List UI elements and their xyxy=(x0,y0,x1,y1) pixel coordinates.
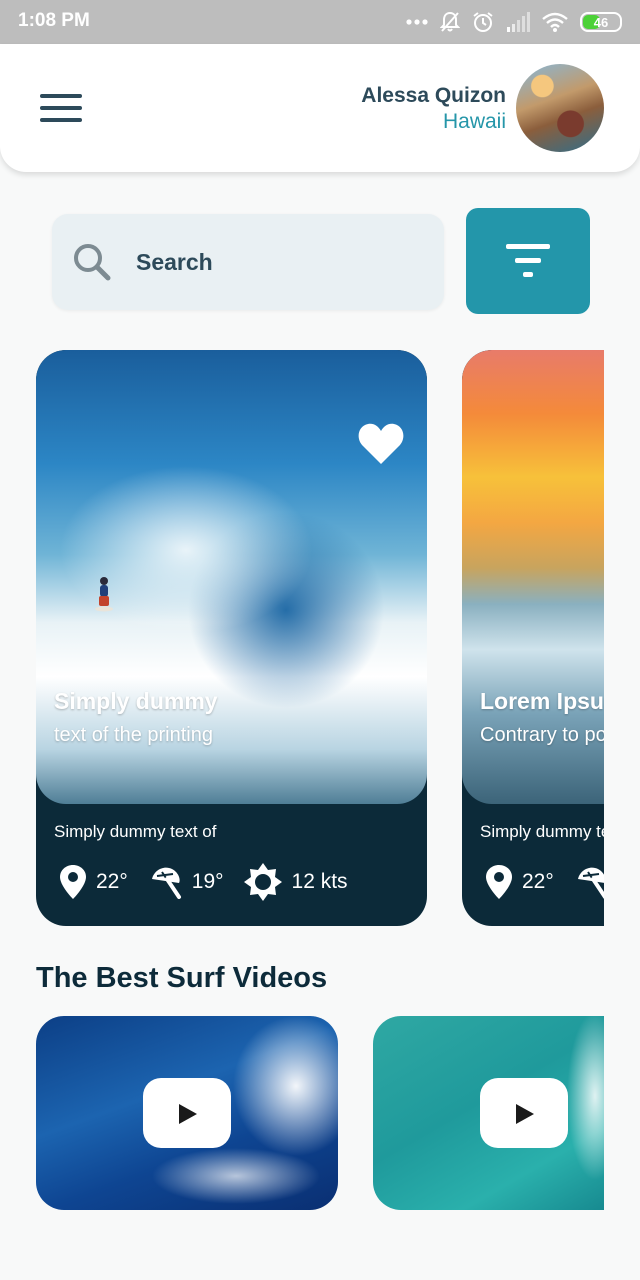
card-photo-sunset: Lorem Ipsum Contrary to popular xyxy=(462,350,604,804)
card-caption: Simply dummy text of xyxy=(480,822,604,841)
sun-icon xyxy=(243,863,282,901)
heart-icon[interactable] xyxy=(357,422,405,466)
beach-umbrella-icon xyxy=(577,867,604,899)
stat-beach-temp-value: 19° xyxy=(191,870,224,893)
status-time: 1:08 PM xyxy=(18,10,90,31)
search-input[interactable]: Search xyxy=(52,214,444,310)
alarm-icon xyxy=(473,12,493,32)
stat-wind-value: 12 kts xyxy=(291,870,348,893)
filter-icon xyxy=(506,244,550,277)
status-icons: 46 xyxy=(406,8,622,36)
card-title: Simply dummy xyxy=(54,688,218,714)
card-stats: 22° xyxy=(486,862,604,902)
user-location: Hawaii xyxy=(442,110,506,133)
play-icon xyxy=(179,1104,197,1124)
surfer-figure xyxy=(95,577,113,612)
user-info: Alessa Quizon Hawaii xyxy=(361,84,506,134)
stat-beach-temp: 19° xyxy=(148,865,224,899)
play-button[interactable] xyxy=(143,1078,231,1148)
card-stats: 22° 19° 12 kts xyxy=(60,862,368,902)
avatar[interactable] xyxy=(516,64,604,152)
card-caption: Simply dummy text of xyxy=(54,822,217,841)
card-title: Lorem Ipsum xyxy=(480,688,604,714)
stat-location-temp: 22° xyxy=(60,865,128,899)
section-title: The Best Surf Videos xyxy=(36,962,328,994)
card-subtitle: Contrary to popular xyxy=(480,724,604,746)
stat-beach-temp xyxy=(574,865,604,899)
play-icon xyxy=(516,1104,534,1124)
stat-location-temp: 22° xyxy=(486,865,554,899)
wifi-icon xyxy=(542,12,568,32)
card-photo-wave: Simply dummy text of the printing xyxy=(36,350,427,804)
hamburger-menu-icon[interactable] xyxy=(40,94,82,124)
user-name: Alessa Quizon xyxy=(361,84,506,107)
video-thumbnail[interactable] xyxy=(36,1016,338,1210)
battery-icon: 46 xyxy=(580,12,622,32)
search-placeholder: Search xyxy=(136,249,213,275)
stat-location-temp-value: 22° xyxy=(96,870,128,893)
location-pin-icon xyxy=(60,865,86,899)
muted-bell-icon xyxy=(440,11,460,32)
search-icon xyxy=(74,244,111,281)
battery-text: 46 xyxy=(593,14,609,30)
video-thumbnail[interactable] xyxy=(373,1016,604,1210)
status-bar: 1:08 PM 46 xyxy=(0,0,640,44)
location-pin-icon xyxy=(486,865,512,899)
stat-wind: 12 kts xyxy=(243,863,348,901)
filter-button[interactable] xyxy=(466,208,590,314)
beach-umbrella-icon xyxy=(151,867,181,899)
more-dots-icon xyxy=(406,19,428,25)
card-subtitle: text of the printing xyxy=(54,724,213,746)
signal-icon xyxy=(507,12,530,32)
surf-spot-card[interactable]: Simply dummy text of the printing Simply… xyxy=(36,350,427,926)
play-button[interactable] xyxy=(480,1078,568,1148)
stat-location-temp-value: 22° xyxy=(522,870,554,893)
surf-spot-card[interactable]: Lorem Ipsum Contrary to popular Simply d… xyxy=(462,350,604,926)
app-header: Alessa Quizon Hawaii xyxy=(0,44,640,172)
